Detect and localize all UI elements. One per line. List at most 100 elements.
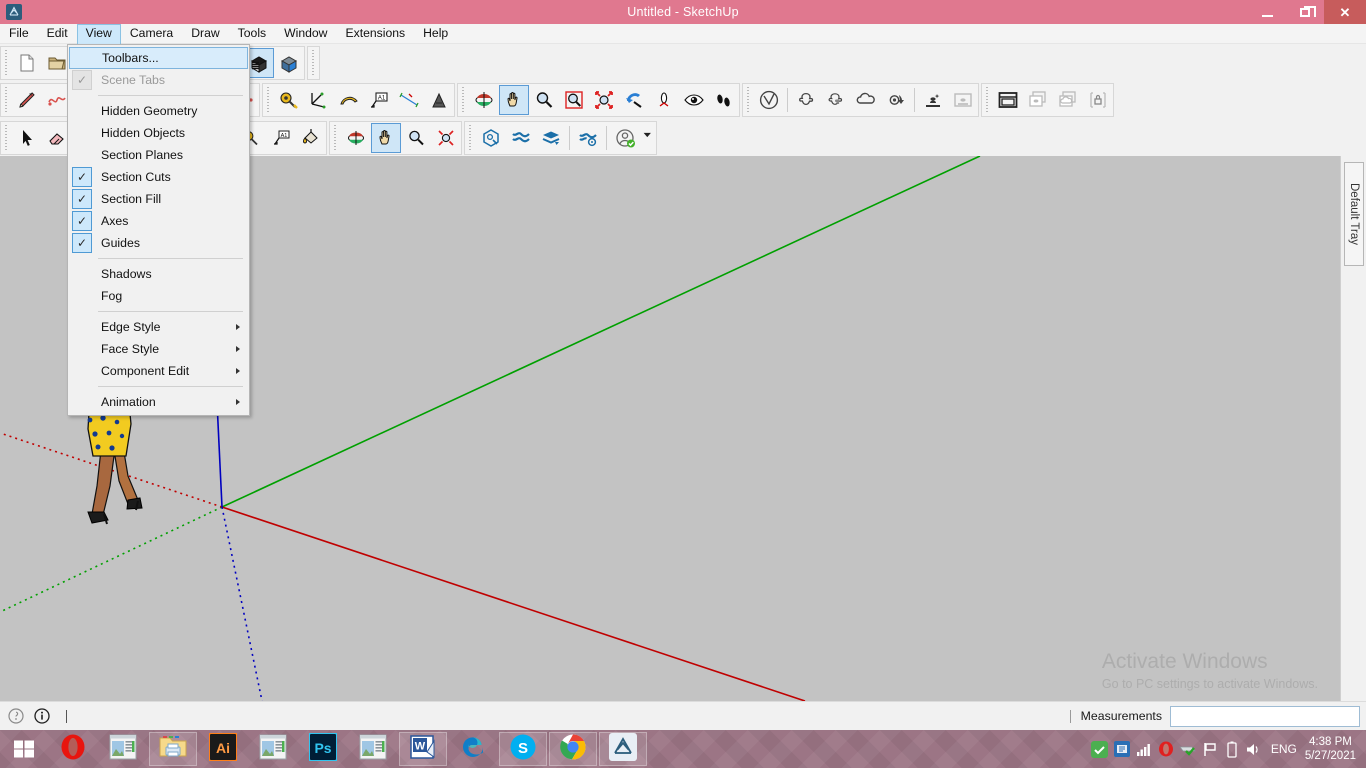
tool-tape-measure[interactable] bbox=[274, 85, 304, 115]
toolbar-grip[interactable] bbox=[745, 87, 752, 113]
taskbar-file-explorer[interactable] bbox=[149, 732, 197, 766]
toolbar-grip[interactable] bbox=[3, 125, 10, 151]
tool-zoom-extents[interactable] bbox=[589, 85, 619, 115]
vray-render-refresh[interactable] bbox=[881, 85, 911, 115]
tool-zoom-extents-2[interactable] bbox=[431, 123, 461, 153]
taskbar-word[interactable]: W bbox=[399, 732, 447, 766]
taskbar-app-2[interactable] bbox=[249, 732, 297, 766]
signal-bars-icon[interactable] bbox=[1133, 732, 1155, 766]
view-animation[interactable]: Animation bbox=[68, 391, 249, 413]
toolbar-grip[interactable] bbox=[332, 125, 339, 151]
tool-orbit[interactable] bbox=[469, 85, 499, 115]
vray-asset-editor[interactable] bbox=[791, 85, 821, 115]
vray-frame-buffer[interactable] bbox=[993, 85, 1023, 115]
view-section-fill[interactable]: ✓Section Fill bbox=[68, 188, 249, 210]
taskbar-photoshop[interactable]: Ps bbox=[299, 732, 347, 766]
minimize-button[interactable] bbox=[1248, 0, 1286, 24]
language-indicator[interactable]: ENG bbox=[1271, 742, 1297, 756]
action-center-flag-icon[interactable] bbox=[1199, 732, 1221, 766]
vray-render-region[interactable] bbox=[948, 85, 978, 115]
menu-window[interactable]: Window bbox=[275, 24, 336, 44]
toolbar-grip[interactable] bbox=[460, 87, 467, 113]
green-check-icon[interactable] bbox=[1089, 732, 1111, 766]
view-face-style[interactable]: Face Style bbox=[68, 338, 249, 360]
view-hidden-objects[interactable]: Hidden Objects bbox=[68, 122, 249, 144]
view-section-cuts[interactable]: ✓Section Cuts bbox=[68, 166, 249, 188]
menu-tools[interactable]: Tools bbox=[229, 24, 275, 44]
battery-icon[interactable] bbox=[1221, 732, 1243, 766]
view-axes[interactable]: ✓Axes bbox=[68, 210, 249, 232]
view-edge-style[interactable]: Edge Style bbox=[68, 316, 249, 338]
menu-view[interactable]: View bbox=[77, 24, 121, 44]
menu-edit[interactable]: Edit bbox=[38, 24, 77, 44]
taskbar-skype[interactable]: S bbox=[499, 732, 547, 766]
view-guides[interactable]: ✓Guides bbox=[68, 232, 249, 254]
file-new[interactable] bbox=[12, 48, 42, 78]
vray-batch-render[interactable] bbox=[1023, 85, 1053, 115]
trimble-sync[interactable] bbox=[506, 123, 536, 153]
view-menu-dropdown[interactable]: Toolbars...✓Scene Tabs Hidden GeometryHid… bbox=[67, 44, 250, 416]
tool-text[interactable]: A1 bbox=[364, 85, 394, 115]
menu-extensions[interactable]: Extensions bbox=[336, 24, 414, 44]
tool-dimension[interactable] bbox=[394, 85, 424, 115]
default-tray-panel[interactable]: Default Tray bbox=[1340, 156, 1366, 701]
tool-walk[interactable] bbox=[709, 85, 739, 115]
opera-small-icon[interactable] bbox=[1155, 732, 1177, 766]
toolbar-grip[interactable] bbox=[310, 50, 317, 76]
view-toolbars[interactable]: Toolbars... bbox=[69, 47, 248, 69]
style-monochrome[interactable] bbox=[274, 48, 304, 78]
measurements-input[interactable] bbox=[1170, 706, 1360, 727]
taskbar-app-3[interactable] bbox=[349, 732, 397, 766]
taskbar-opera[interactable] bbox=[49, 732, 97, 766]
safe-check-icon[interactable] bbox=[1177, 732, 1199, 766]
maximize-button[interactable] bbox=[1286, 0, 1324, 24]
toolbar-grip[interactable] bbox=[3, 87, 10, 113]
default-tray-collapsed[interactable]: Default Tray bbox=[1344, 162, 1364, 266]
taskbar-app-1[interactable] bbox=[99, 732, 147, 766]
view-fog[interactable]: Fog bbox=[68, 285, 249, 307]
close-button[interactable]: ✕ bbox=[1324, 0, 1366, 24]
view-section-planes[interactable]: Section Planes bbox=[68, 144, 249, 166]
toolbar-grip[interactable] bbox=[3, 50, 10, 76]
tool-line[interactable] bbox=[12, 85, 42, 115]
vray-cloud[interactable] bbox=[851, 85, 881, 115]
tool-text-2[interactable]: A1 bbox=[266, 123, 296, 153]
menu-draw[interactable]: Draw bbox=[182, 24, 228, 44]
taskbar-edge[interactable] bbox=[449, 732, 497, 766]
tool-pan[interactable] bbox=[499, 85, 529, 115]
vray-toolbar-logo[interactable] bbox=[754, 85, 784, 115]
help-circle-icon[interactable] bbox=[6, 706, 26, 726]
trimble-open-model[interactable] bbox=[476, 123, 506, 153]
start-button[interactable] bbox=[0, 730, 48, 768]
toolbar-grip[interactable] bbox=[467, 125, 474, 151]
tool-position-camera[interactable] bbox=[649, 85, 679, 115]
taskbar-chrome[interactable] bbox=[549, 732, 597, 766]
view-component-edit[interactable]: Component Edit bbox=[68, 360, 249, 382]
view-shadows[interactable]: Shadows bbox=[68, 263, 249, 285]
user-account-dropdown[interactable] bbox=[640, 123, 656, 153]
tool-3d-text[interactable] bbox=[424, 85, 454, 115]
menu-help[interactable]: Help bbox=[414, 24, 457, 44]
menu-camera[interactable]: Camera bbox=[121, 24, 182, 44]
shield-app-icon[interactable] bbox=[1111, 732, 1133, 766]
tool-look-around[interactable] bbox=[679, 85, 709, 115]
tool-previous-view[interactable] bbox=[619, 85, 649, 115]
toolbar-grip[interactable] bbox=[984, 87, 991, 113]
tool-pan-2[interactable] bbox=[371, 123, 401, 153]
tool-zoom-2[interactable] bbox=[401, 123, 431, 153]
vray-cloud-upload[interactable] bbox=[1053, 85, 1083, 115]
vray-render[interactable] bbox=[918, 85, 948, 115]
tool-paint-bucket[interactable] bbox=[296, 123, 326, 153]
tool-protractor[interactable] bbox=[334, 85, 364, 115]
tool-select[interactable] bbox=[12, 123, 42, 153]
vray-lock[interactable] bbox=[1083, 85, 1113, 115]
view-hidden-geometry[interactable]: Hidden Geometry bbox=[68, 100, 249, 122]
toolbar-grip[interactable] bbox=[265, 87, 272, 113]
view-scene-tabs[interactable]: ✓Scene Tabs bbox=[68, 69, 249, 91]
tool-axes[interactable] bbox=[304, 85, 334, 115]
taskbar-sketchup[interactable] bbox=[599, 732, 647, 766]
tool-zoom[interactable] bbox=[529, 85, 559, 115]
speaker-icon[interactable] bbox=[1243, 732, 1265, 766]
info-circle-icon[interactable] bbox=[32, 706, 52, 726]
trimble-settings[interactable] bbox=[573, 123, 603, 153]
